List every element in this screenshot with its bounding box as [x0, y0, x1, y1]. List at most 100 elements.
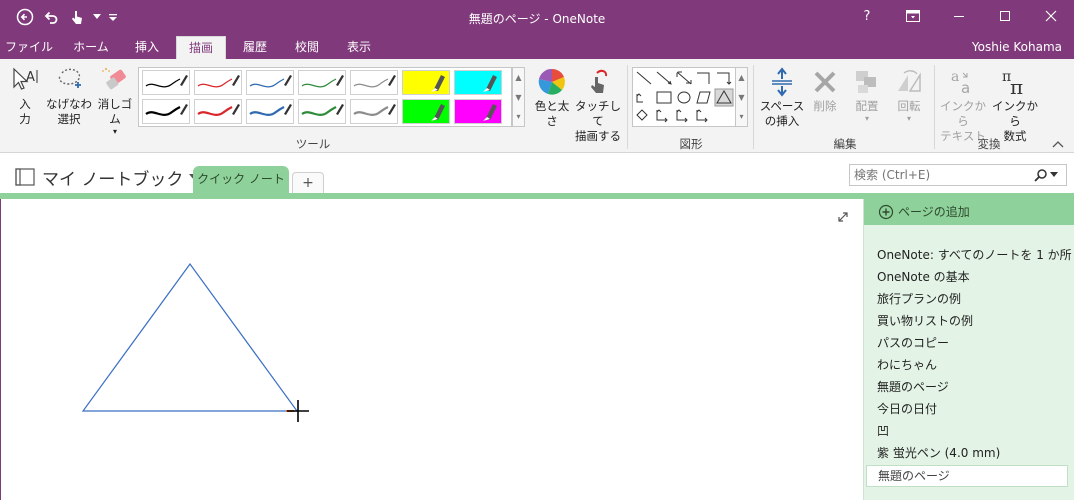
- tab-home[interactable]: ホーム: [66, 36, 116, 59]
- highlighter-magenta[interactable]: [454, 99, 502, 124]
- notebook-icon: [15, 168, 35, 186]
- edit-group-label: 編集: [833, 137, 857, 151]
- arrange-button[interactable]: 配置 ▾: [846, 67, 888, 124]
- convert-group-label: 変換: [977, 137, 1001, 151]
- scroll-up-icon[interactable]: ▲: [513, 68, 524, 88]
- pen-gray-thin[interactable]: [350, 70, 398, 95]
- highlighter-yellow[interactable]: [402, 70, 450, 95]
- eraser-dropdown-icon[interactable]: ▾: [93, 127, 137, 137]
- search-button[interactable]: [1034, 167, 1062, 183]
- page-canvas[interactable]: [0, 199, 863, 500]
- shapes-gallery-scroll[interactable]: ▲ ▼ ▾: [735, 67, 748, 127]
- delete-label: 削除: [813, 99, 837, 113]
- ink-to-text-button[interactable]: a a インクから テキスト: [938, 67, 988, 144]
- page-list-item[interactable]: パスのコピー: [877, 333, 1067, 353]
- svg-text:a: a: [961, 79, 970, 97]
- window-controls: ?: [844, 0, 1074, 32]
- lasso-select-button[interactable]: なげなわ 選択: [46, 65, 92, 127]
- arrange-icon: [856, 71, 876, 93]
- pen-green-thin[interactable]: [298, 70, 346, 95]
- add-page-icon: [878, 204, 894, 220]
- color-wheel-icon: [538, 68, 565, 95]
- add-page-button[interactable]: ページの追加: [864, 199, 1074, 225]
- section-tab-quick-notes[interactable]: クイック ノート: [193, 166, 289, 193]
- ink-to-math-button[interactable]: π π インクから 数式: [990, 67, 1040, 144]
- expand-page-icon[interactable]: [836, 210, 850, 224]
- help-button[interactable]: ?: [844, 0, 890, 32]
- eraser-button[interactable]: 消しゴム ▾: [93, 65, 137, 137]
- highlighter-cyan[interactable]: [454, 70, 502, 95]
- scroll-down-icon[interactable]: ▼: [513, 88, 524, 108]
- rotate-label: 回転: [897, 99, 921, 113]
- rotate-icon: [898, 70, 921, 92]
- tab-insert[interactable]: 挿入: [124, 36, 170, 59]
- pen-black-thin[interactable]: [142, 70, 190, 95]
- ink-to-math-icon: π π: [1002, 69, 1023, 97]
- touch-draw-icon: [591, 69, 608, 93]
- page-list-item[interactable]: 無題のページ: [877, 377, 1067, 397]
- pens-gallery-scroll[interactable]: ▲ ▼ ▾: [512, 67, 525, 127]
- svg-text:a: a: [951, 69, 959, 85]
- add-page-label: ページの追加: [898, 205, 970, 219]
- shapes-icons: [636, 71, 734, 123]
- page-list-item[interactable]: OneNote: すべてのノートを 1 か所: [877, 245, 1072, 265]
- page-list-item[interactable]: 今日の日付: [877, 399, 1067, 419]
- rotate-dropdown-icon[interactable]: ▾: [888, 114, 930, 124]
- input-button[interactable]: A 入力: [8, 65, 42, 127]
- pen-red-thin[interactable]: [194, 70, 242, 95]
- page-list-item[interactable]: 紫 蛍光ペン (4.0 mm): [877, 443, 1067, 463]
- scroll-down-icon[interactable]: ▼: [736, 88, 747, 108]
- notebook-selector[interactable]: マイ ノートブック: [14, 166, 200, 190]
- close-icon[interactable]: [1028, 0, 1074, 32]
- delete-button[interactable]: 削除: [806, 67, 844, 114]
- add-section-button[interactable]: +: [292, 172, 324, 193]
- shapes-group-label: 図形: [679, 137, 703, 151]
- insert-space-button[interactable]: スペース の挿入: [758, 67, 806, 129]
- gallery-more-icon[interactable]: ▾: [736, 108, 747, 126]
- pen-black-thick[interactable]: [142, 99, 190, 124]
- input-label: 入力: [19, 97, 31, 126]
- search-input[interactable]: [852, 166, 1032, 184]
- page-list-item[interactable]: OneNote の基本: [877, 267, 1067, 287]
- insert-space-icon: [772, 67, 792, 97]
- lasso-label: なげなわ 選択: [46, 97, 92, 126]
- touch-draw-button[interactable]: タッチして 描画する: [574, 67, 622, 144]
- tools-group-label: ツール: [295, 137, 331, 151]
- maximize-icon[interactable]: [982, 0, 1028, 32]
- highlighter-green[interactable]: [402, 99, 450, 124]
- tab-history[interactable]: 履歴: [232, 36, 278, 59]
- pen-gray-thick[interactable]: [350, 99, 398, 124]
- eraser-icon: [102, 68, 126, 90]
- title-bar: 無題のページ - OneNote ?: [0, 0, 1074, 36]
- tab-review[interactable]: 校閲: [284, 36, 330, 59]
- color-thickness-button[interactable]: 色と太さ: [530, 67, 574, 129]
- search-icon: [1034, 169, 1047, 182]
- minimize-icon[interactable]: [936, 0, 982, 32]
- pen-blue-thick[interactable]: [246, 99, 294, 124]
- pen-red-thick[interactable]: [194, 99, 242, 124]
- page-list-item-selected[interactable]: 無題のページ: [866, 465, 1068, 487]
- svg-text:π: π: [1010, 75, 1023, 97]
- rotate-button[interactable]: 回転 ▾: [888, 67, 930, 124]
- group-separator: [627, 65, 628, 149]
- tab-file[interactable]: ファイル: [4, 36, 54, 59]
- pen-green-thick[interactable]: [298, 99, 346, 124]
- ribbon-tabs: ファイル ホーム 挿入 描画 履歴 校閲 表示 Yoshie Kohama: [0, 36, 1074, 59]
- notebook-name: マイ ノートブック: [42, 169, 184, 190]
- page-list-item[interactable]: わにちゃん: [877, 355, 1067, 375]
- touch-draw-label: タッチして 描画する: [575, 99, 621, 143]
- gallery-more-icon[interactable]: ▾: [513, 108, 524, 126]
- page-list-item[interactable]: 旅行プランの例: [877, 289, 1067, 309]
- user-name[interactable]: Yoshie Kohama: [972, 40, 1062, 54]
- tab-draw[interactable]: 描画: [176, 36, 226, 59]
- ribbon-display-icon[interactable]: [890, 0, 936, 32]
- tab-view[interactable]: 表示: [336, 36, 382, 59]
- insert-space-label: スペース の挿入: [759, 99, 805, 128]
- collapse-ribbon-icon[interactable]: [1052, 137, 1066, 149]
- chevron-down-icon: [1050, 172, 1058, 177]
- arrange-dropdown-icon[interactable]: ▾: [846, 114, 888, 124]
- page-list-item[interactable]: 凹: [877, 421, 1067, 441]
- page-list-item[interactable]: 買い物リストの例: [877, 311, 1067, 331]
- scroll-up-icon[interactable]: ▲: [736, 68, 747, 88]
- pen-blue-thin[interactable]: [246, 70, 294, 95]
